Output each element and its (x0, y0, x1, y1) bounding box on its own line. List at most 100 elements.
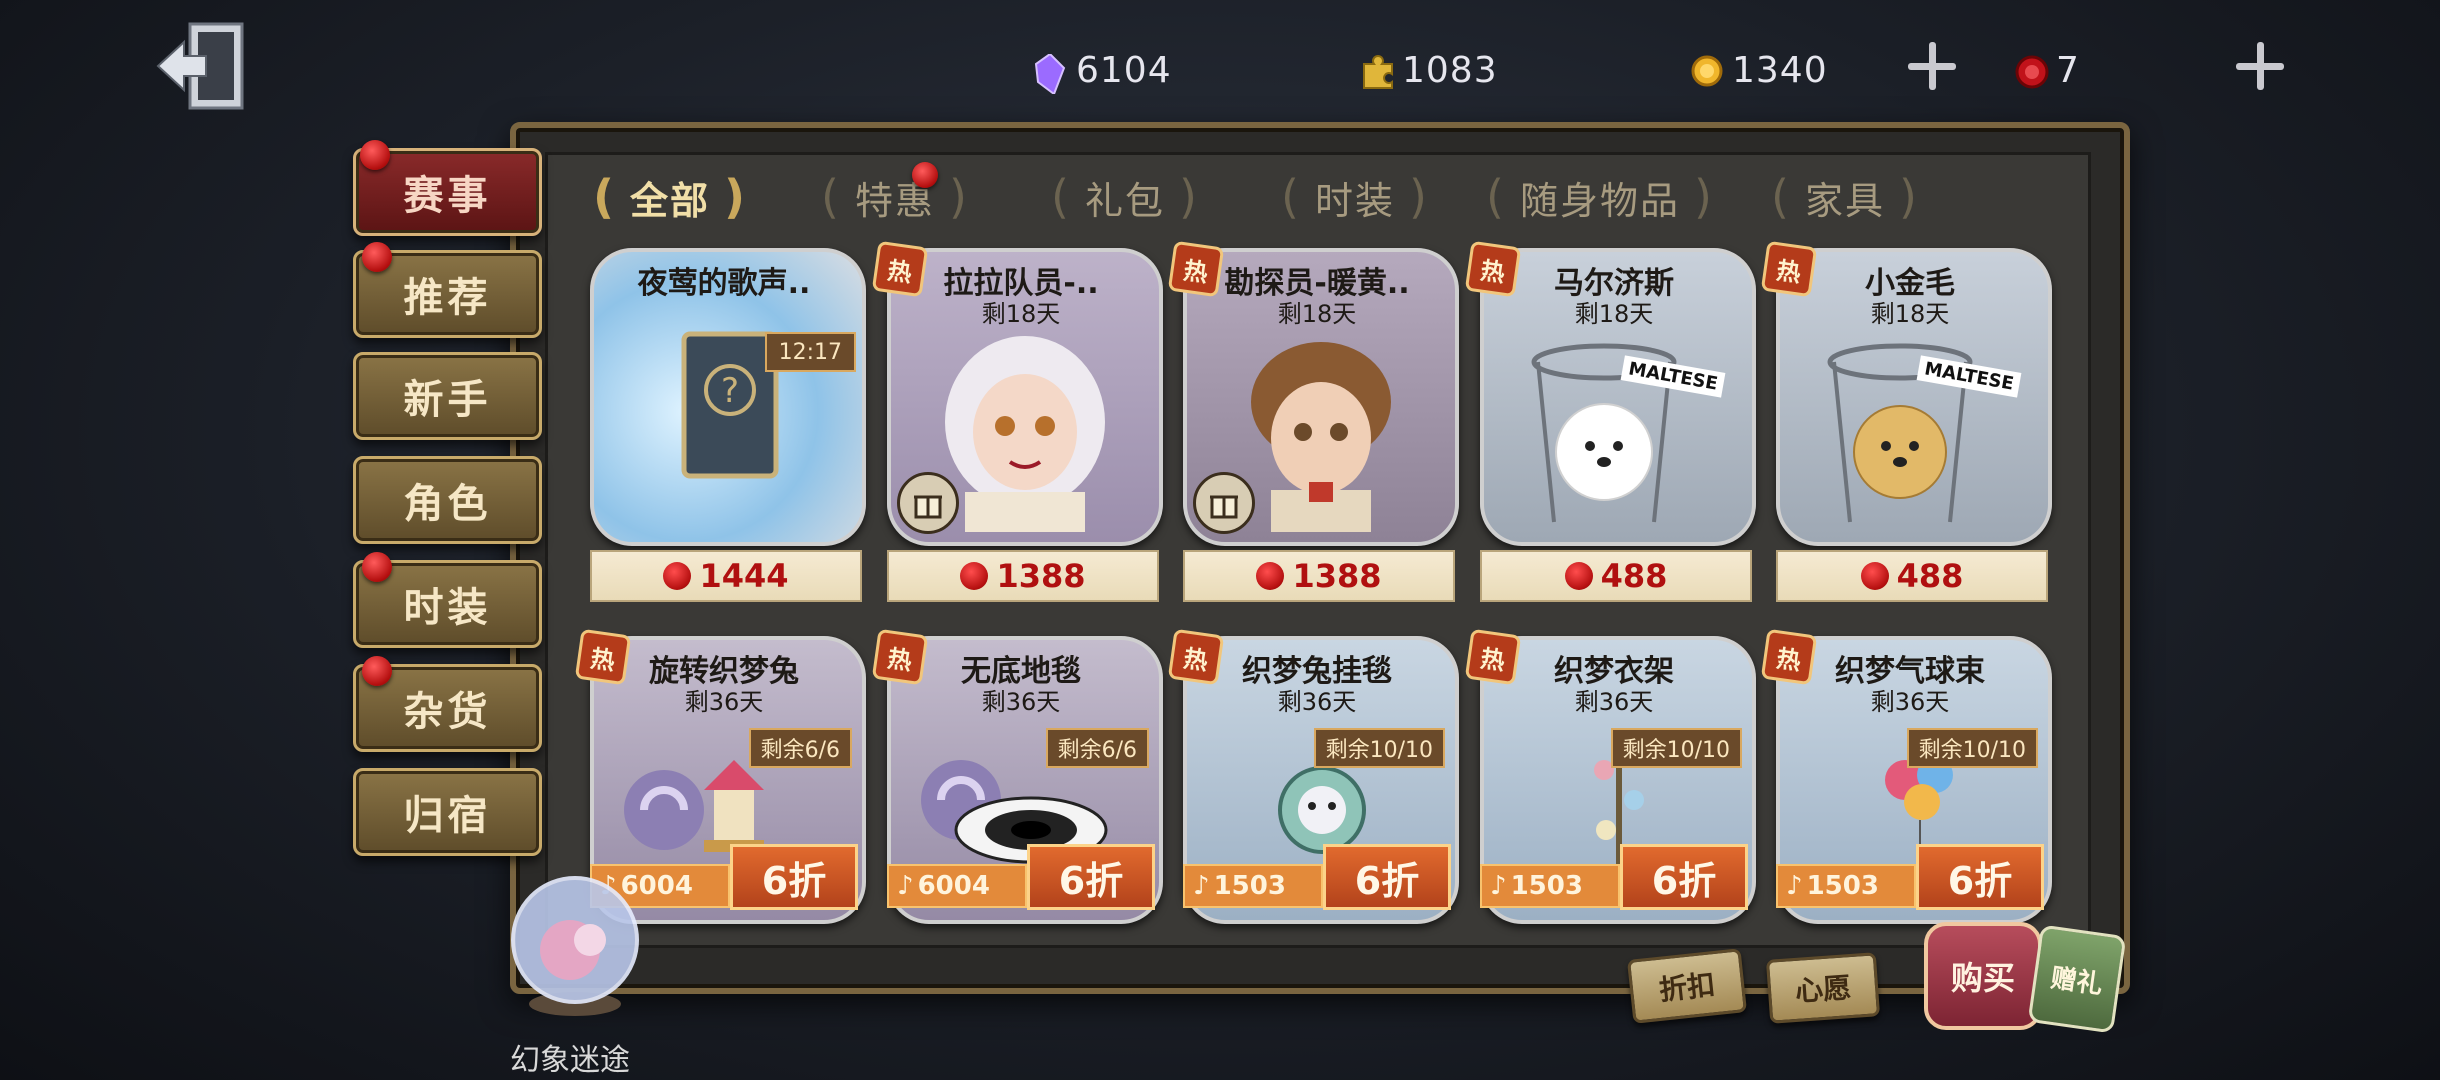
gift-icon[interactable] (1193, 472, 1255, 534)
stock-remaining: 剩余10/10 (1906, 728, 2038, 768)
days-remaining: 剩36天 (1574, 688, 1654, 716)
notification-dot (362, 242, 392, 272)
add-seal-button[interactable] (2232, 38, 2288, 94)
side-menu-label: 时装 (403, 585, 492, 631)
orb-label: 幻象迷途 (510, 1043, 630, 1078)
discount-button[interactable]: 6折 (1027, 844, 1155, 910)
music-note-icon: ♪ (897, 871, 914, 901)
gift-icon[interactable] (897, 472, 959, 534)
music-note-icon: ♪ (1786, 871, 1803, 901)
shop-item-card[interactable]: 热 拉拉队员-.. 剩18天 (871, 240, 1163, 546)
item-price-bar: 488 (1776, 550, 2048, 602)
shop-item-card[interactable]: MALTESE 热 马尔济斯 剩18天 (1464, 240, 1756, 546)
item-name: 夜莺的歌声.. (637, 266, 811, 301)
item-price: 488 (1600, 557, 1668, 595)
white-dog-cage-icon (1531, 343, 1677, 523)
coin-currency: 1340 (1690, 40, 1828, 100)
item-price-bar: 1444 (590, 550, 862, 602)
stock-remaining: 剩余6/6 (1045, 728, 1149, 768)
exchange-button[interactable]: 折扣 (1626, 948, 1748, 1024)
side-menu-home[interactable]: 归宿 (353, 768, 542, 856)
days-remaining: 剩18天 (981, 300, 1061, 328)
discount-button[interactable]: 6折 (730, 844, 858, 910)
tab-label: 家具 (1804, 178, 1885, 223)
tab-bundle[interactable]: (礼包) (1010, 162, 1240, 232)
puzzle-amount: 1083 (1402, 49, 1498, 91)
side-menu-label: 杂货 (403, 689, 492, 735)
discount-button[interactable]: 6折 (1323, 844, 1451, 910)
notification-dot (360, 140, 390, 170)
buy-bag-button[interactable]: 购买 (1924, 922, 2042, 1030)
shop-item-card[interactable]: MALTESE 热 小金毛 剩18天 (1760, 240, 2052, 546)
shop-item-card[interactable]: 热 织梦衣架 剩36天 剩余10/10 ♪ 1503 6折 (1464, 628, 1756, 924)
tab-furniture[interactable]: (家具) (1730, 162, 1960, 232)
tab-accessory[interactable]: (随身物品) (1470, 162, 1730, 232)
side-menu-label: 归宿 (403, 793, 492, 839)
red-seal-icon (960, 562, 989, 590)
discount-button[interactable]: 6折 (1916, 844, 2044, 910)
shop-item-card[interactable]: 热 织梦气球束 剩36天 剩余10/10 ♪ 1503 6折 (1760, 628, 2052, 924)
side-menu-character[interactable]: 角色 (353, 456, 542, 544)
side-menu-label: 角色 (403, 481, 492, 527)
side-menu-label: 新手 (403, 377, 492, 423)
tab-costume[interactable]: (时装) (1240, 162, 1470, 232)
crystal-ball-icon[interactable] (500, 870, 650, 1020)
discount-button[interactable]: 6折 (1620, 844, 1748, 910)
note-price-tag: ♪ 6004 (887, 864, 1027, 908)
shop-item-card[interactable]: ? 夜莺的歌声.. 12:17 (590, 248, 866, 546)
notification-dot (362, 552, 392, 582)
red-seal-icon (1564, 562, 1593, 590)
item-price-bar: 1388 (887, 550, 1159, 602)
shop-item-card[interactable]: 热 无底地毯 剩36天 剩余6/6 ♪ 6004 6折 (871, 628, 1163, 924)
purple-gem-icon (1034, 52, 1066, 96)
tab-special-offer[interactable]: (特惠) (780, 162, 1010, 232)
item-price: 1388 (1292, 557, 1382, 595)
music-note-icon: ♪ (1490, 871, 1507, 901)
svg-text:?: ? (721, 371, 739, 411)
days-remaining: 剩18天 (1277, 300, 1357, 328)
add-coin-button[interactable] (1904, 38, 1960, 94)
days-remaining: 剩36天 (1870, 688, 1950, 716)
stock-remaining: 剩余10/10 (1313, 728, 1445, 768)
days-remaining: 剩18天 (1574, 300, 1654, 328)
note-price-value: 1503 (1806, 871, 1879, 901)
gift-button[interactable]: 赠礼 (2027, 924, 2127, 1034)
item-price-bar: 1388 (1183, 550, 1455, 602)
note-price-value: 1503 (1213, 871, 1286, 901)
seal-amount: 7 (2056, 49, 2080, 91)
shop-item-card[interactable]: 热 勘探员-暖黄.. 剩18天 (1167, 240, 1459, 546)
note-price-tag: ♪ 1503 (1480, 864, 1620, 908)
red-seal-icon (1860, 562, 1889, 590)
red-seal-icon (2014, 54, 2049, 89)
days-remaining: 剩36天 (1277, 688, 1357, 716)
side-menu-label: 赛事 (403, 173, 492, 219)
golden-dog-cage-icon (1827, 343, 1973, 523)
gem-amount: 6104 (1076, 49, 1172, 91)
item-price: 1444 (699, 557, 789, 595)
note-price-tag: ♪ 1503 (1183, 864, 1323, 908)
item-price-bar: 488 (1480, 550, 1752, 602)
stock-remaining: 剩余10/10 (1610, 728, 1742, 768)
note-price-value: 1503 (1510, 871, 1583, 901)
music-note-icon: ♪ (1193, 871, 1210, 901)
tab-label: 时装 (1314, 178, 1395, 223)
exit-icon[interactable] (150, 14, 260, 124)
item-price: 488 (1896, 557, 1964, 595)
shop-item-card[interactable]: 热 织梦兔挂毯 剩36天 剩余10/10 ♪ 1503 6折 (1167, 628, 1459, 924)
seal-currency: 7 (2014, 40, 2080, 100)
side-menu-newbie[interactable]: 新手 (353, 352, 542, 440)
puzzle-piece-icon (1360, 54, 1393, 89)
side-menu-label: 推荐 (403, 275, 492, 321)
wishlist-button[interactable]: 心愿 (1765, 952, 1881, 1024)
red-seal-icon (663, 562, 692, 590)
tab-label: 全部 (629, 178, 710, 223)
gem-currency: 6104 (1034, 40, 1172, 100)
tab-label: 随身物品 (1519, 178, 1680, 223)
gold-coin-icon (1690, 54, 1723, 87)
days-remaining: 剩36天 (684, 688, 764, 716)
tab-label: 礼包 (1084, 178, 1165, 223)
note-price-value: 6004 (917, 871, 990, 901)
red-seal-icon (1256, 562, 1285, 590)
puzzle-currency: 1083 (1360, 40, 1498, 100)
tab-all[interactable]: (全部) (560, 162, 780, 232)
